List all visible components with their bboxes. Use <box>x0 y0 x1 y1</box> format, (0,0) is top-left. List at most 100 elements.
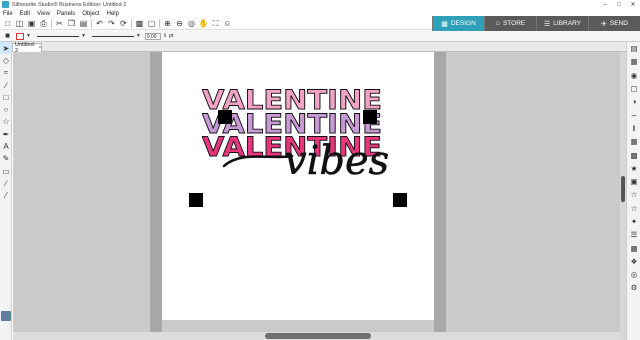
fill-color-icon[interactable]: ■ <box>3 32 12 41</box>
lasso-tool-icon[interactable]: ≈ <box>0 67 12 79</box>
chevron-down-icon[interactable]: ▼ <box>81 33 86 39</box>
color-wheel-icon[interactable]: ◎ <box>627 268 640 281</box>
polygon-tool-icon[interactable]: ☆ <box>0 116 12 128</box>
vertical-scroll-thumb[interactable] <box>621 176 625 202</box>
new-file-icon[interactable]: □ <box>3 19 12 28</box>
replicate-icon[interactable]: ▩ <box>627 148 640 161</box>
save-icon[interactable]: ▣ <box>27 19 36 28</box>
workspace-tabs: ▦ DESIGN ⌂ STORE ☰ LIBRARY ✈ SEND <box>432 16 640 31</box>
canvas-margin-left <box>150 52 162 332</box>
undo-icon[interactable]: ↶ <box>95 19 104 28</box>
line-color-swatch[interactable] <box>16 32 24 40</box>
library-icon: ☰ <box>544 20 551 28</box>
valentine-artwork[interactable]: VALENTINE VALENTINE VALENTINE vibes <box>202 80 392 185</box>
right-panel-icons: ▤ ▦ ◉ ▢ ◑ ∽ ‖ ▦ ▩ ★ ▣ ☆ ☆ ✦ ☰ ▦ ❖ ◎ ⚙ <box>626 42 640 340</box>
trace-icon[interactable]: ☆ <box>627 188 640 201</box>
tab-design-label: DESIGN <box>450 20 476 27</box>
panel-settings-icon[interactable] <box>1 311 11 321</box>
line-style-icon[interactable]: ▢ <box>627 82 640 95</box>
menu-object[interactable]: Object <box>82 11 99 17</box>
horizontal-scrollbar[interactable] <box>13 332 626 340</box>
sketch-tool-icon[interactable]: ✎ <box>0 153 12 165</box>
tab-send[interactable]: ✈ SEND <box>588 16 640 31</box>
eyedropper-tool-icon[interactable]: ⁄ <box>0 190 12 202</box>
selection-handle-top-left[interactable] <box>218 110 232 124</box>
fill-icon[interactable]: ◉ <box>627 69 640 82</box>
eraser-tool-icon[interactable]: ▭ <box>0 165 12 177</box>
toolbar-divider <box>91 19 92 28</box>
tab-design[interactable]: ▦ DESIGN <box>432 16 484 31</box>
point-edit-tool-icon[interactable]: ◇ <box>0 54 12 66</box>
document-tab[interactable]: Untitled-2 × <box>12 42 42 54</box>
menu-panels[interactable]: Panels <box>57 11 75 17</box>
line-width-unit: pt <box>169 33 174 39</box>
horizontal-scroll-thumb[interactable] <box>265 333 371 339</box>
menu-file[interactable]: File <box>3 11 13 17</box>
window-title: Silhouette Studio® Business Edition: Unt… <box>12 1 127 8</box>
menu-view[interactable]: View <box>37 11 50 17</box>
pan-icon[interactable]: ✋ <box>199 19 209 28</box>
sketch-panel-icon[interactable]: ∽ <box>627 108 640 121</box>
select-all-icon[interactable]: ▩ <box>135 19 144 28</box>
selection-handle-middle-right[interactable] <box>393 193 407 207</box>
line-width-input[interactable]: 0.00 <box>144 32 161 40</box>
page-setup-icon[interactable]: ▤ <box>627 42 640 55</box>
tab-store[interactable]: ⌂ STORE <box>484 16 536 31</box>
rectangle-tool-icon[interactable]: □ <box>0 91 12 103</box>
maximize-button[interactable]: □ <box>612 0 626 9</box>
menu-edit[interactable]: Edit <box>20 11 30 17</box>
window-controls: – □ ✕ <box>598 0 640 9</box>
main-toolbar: □ ◫ ▣ ⎙ ✂ ❐ ▤ ↶ ↷ ⟳ ▩ ▢ ⊕ ⊖ ◎ ✋ ⛶ ☺ <box>0 18 432 30</box>
rhinestone-icon[interactable]: ☆ <box>627 202 640 215</box>
artwork-svg: VALENTINE VALENTINE VALENTINE vibes <box>202 85 390 185</box>
selection-handle-middle-left[interactable] <box>189 193 203 207</box>
chevron-down-icon[interactable]: ▼ <box>136 33 141 39</box>
align-icon[interactable]: ‖ <box>627 122 640 135</box>
zoom-select-icon[interactable]: ◎ <box>187 19 196 28</box>
chevron-down-icon[interactable]: ▼ <box>26 33 31 39</box>
library-panel-icon[interactable]: ▦ <box>627 241 640 254</box>
redo-icon[interactable]: ↷ <box>107 19 116 28</box>
fit-page-icon[interactable]: ⛶ <box>211 19 220 28</box>
zoom-in-icon[interactable]: ⊕ <box>163 19 172 28</box>
menu-help[interactable]: Help <box>107 11 119 17</box>
left-tool-panel: ➤ ◇ ≈ ∕ □ ○ ☆ ✒ A ✎ ▭ ∕ ⁄ <box>0 42 12 340</box>
selection-handle-top-right[interactable] <box>363 110 377 124</box>
redraw-icon[interactable]: ⟳ <box>119 19 128 28</box>
stepper-icon[interactable]: ⇕ <box>163 33 167 39</box>
transparency-icon[interactable]: ◑ <box>627 95 640 108</box>
clear-selection-icon[interactable]: ▢ <box>147 19 156 28</box>
select-tool-icon[interactable]: ➤ <box>0 42 12 55</box>
modify-icon[interactable]: ★ <box>627 162 640 175</box>
layers-icon[interactable]: ☰ <box>627 228 640 241</box>
transform-icon[interactable]: ▦ <box>627 135 640 148</box>
minimize-button[interactable]: – <box>598 0 612 9</box>
nesting-icon[interactable]: ❖ <box>627 255 640 268</box>
knife-tool-icon[interactable]: ∕ <box>0 177 12 189</box>
line-style-selector[interactable] <box>36 35 79 37</box>
pen-tool-icon[interactable]: ✒ <box>0 128 12 140</box>
send-icon: ✈ <box>601 20 607 28</box>
cut-icon[interactable]: ✂ <box>55 19 64 28</box>
knife-panel-icon[interactable]: ✦ <box>627 215 640 228</box>
text-tool-icon[interactable]: A <box>0 140 12 152</box>
ellipse-tool-icon[interactable]: ○ <box>0 103 12 115</box>
line-tool-icon[interactable]: ∕ <box>0 79 12 91</box>
zoom-out-icon[interactable]: ⊖ <box>175 19 184 28</box>
open-file-icon[interactable]: ◫ <box>15 19 24 28</box>
print-icon[interactable]: ⎙ <box>39 19 48 28</box>
close-window-button[interactable]: ✕ <box>626 0 640 9</box>
tab-library[interactable]: ☰ LIBRARY <box>536 16 588 31</box>
design-store-icon[interactable]: ▦ <box>627 55 640 68</box>
tab-send-label: SEND <box>609 20 628 27</box>
offset-icon[interactable]: ▣ <box>627 175 640 188</box>
line-weight-selector[interactable] <box>91 35 134 37</box>
close-icon[interactable]: × <box>38 45 41 51</box>
user-icon[interactable]: ☺ <box>223 19 232 28</box>
copy-icon[interactable]: ❐ <box>67 19 76 28</box>
toolbar-divider <box>131 19 132 28</box>
store-icon: ⌂ <box>495 20 500 27</box>
paste-icon[interactable]: ▤ <box>79 19 88 28</box>
document-tab-bar: Untitled-2 × <box>0 42 640 54</box>
settings-gear-icon[interactable]: ⚙ <box>627 281 640 294</box>
